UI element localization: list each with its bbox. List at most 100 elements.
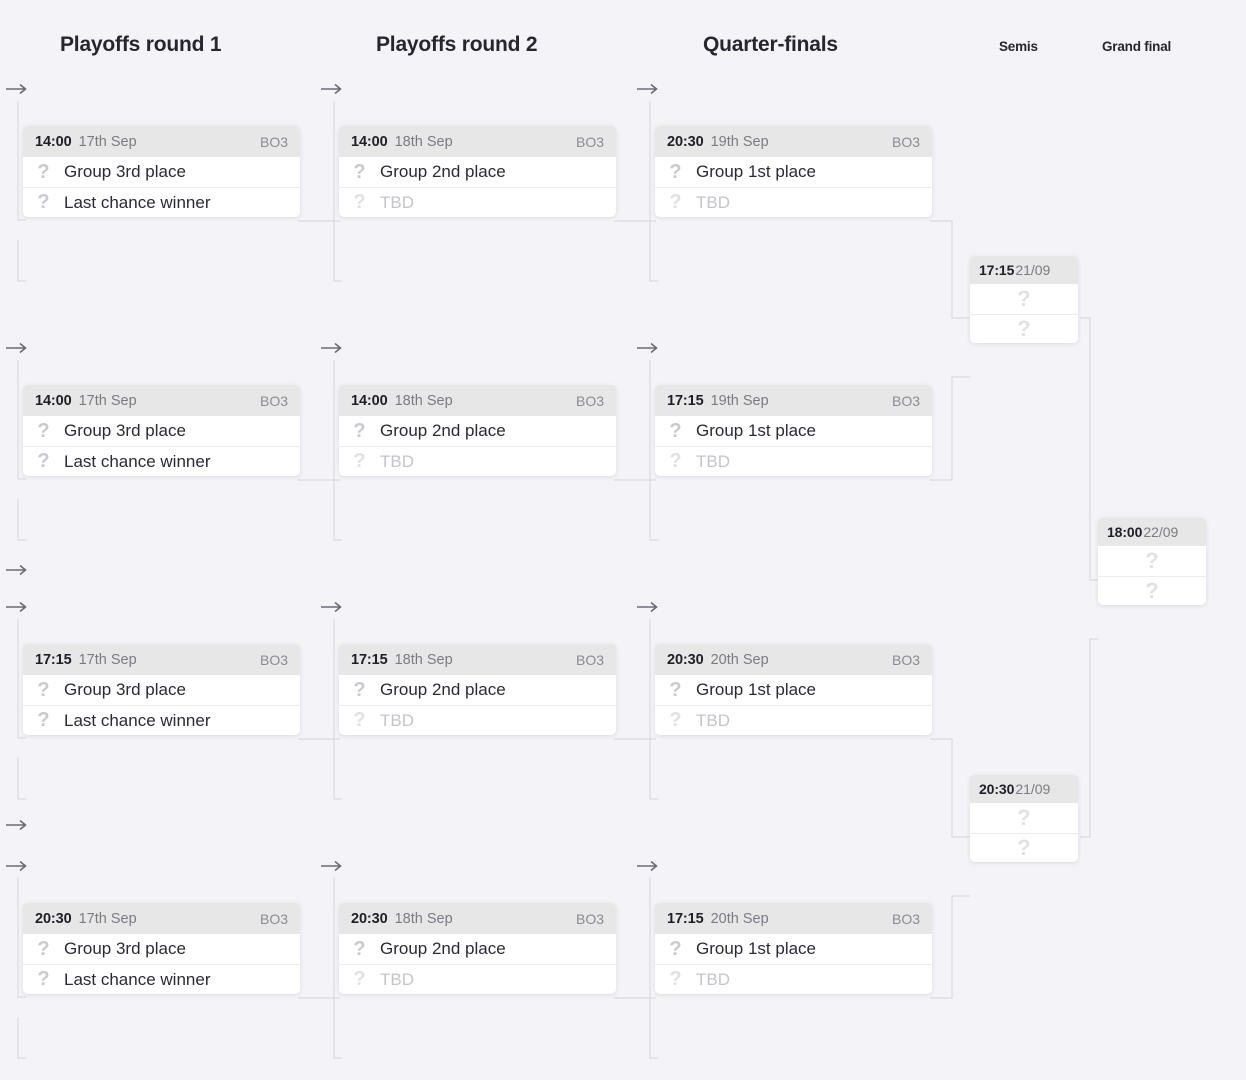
match-body: ? Group 2nd place ? TBD bbox=[339, 934, 616, 994]
match-time: 20:30 bbox=[667, 651, 704, 668]
table-row[interactable]: ? TBD bbox=[339, 964, 616, 994]
table-row[interactable]: ? Group 1st place bbox=[655, 675, 932, 705]
question-mark-icon: ? bbox=[1017, 315, 1031, 341]
team-name: Group 2nd place bbox=[380, 421, 506, 440]
table-row[interactable]: ? Group 3rd place bbox=[23, 675, 300, 705]
match-header: 20:30 19th Sep BO3 bbox=[655, 126, 932, 157]
match-date: 17th Sep bbox=[78, 133, 137, 150]
question-mark-icon: ? bbox=[353, 450, 366, 472]
question-mark-icon: ? bbox=[37, 968, 50, 990]
match-body: ? TBD ? TBD bbox=[970, 284, 1078, 343]
match-card[interactable]: 17:15 18th Sep BO3 ? Group 2nd place ? T… bbox=[339, 644, 616, 735]
match-header: 17:15 19th Sep BO3 bbox=[655, 385, 932, 416]
table-row[interactable]: ? TBD bbox=[1098, 546, 1206, 576]
match-format: BO3 bbox=[891, 392, 920, 409]
match-card[interactable]: 17:15 17th Sep BO3 ? Group 3rd place ? L… bbox=[23, 644, 300, 735]
arrow-right-icon bbox=[636, 341, 662, 355]
table-row[interactable]: ? Last chance winner bbox=[23, 446, 300, 476]
arrow-right-icon bbox=[320, 600, 346, 614]
table-row[interactable]: ? TBD bbox=[339, 446, 616, 476]
match-format: BO3 bbox=[575, 910, 604, 927]
question-mark-icon: ? bbox=[669, 678, 682, 701]
question-mark-icon: ? bbox=[669, 160, 682, 183]
team-name: Last chance winner bbox=[64, 192, 211, 212]
table-row[interactable]: ? Group 3rd place bbox=[23, 416, 300, 446]
match-body: ? Group 2nd place ? TBD bbox=[339, 416, 616, 476]
table-row[interactable]: ? Group 1st place bbox=[655, 416, 932, 446]
team-name: Group 3rd place bbox=[64, 162, 186, 181]
match-header: 20:30 17th Sep BO3 bbox=[23, 903, 300, 934]
table-row[interactable]: ? Group 2nd place bbox=[339, 416, 616, 446]
match-card[interactable]: 14:00 17th Sep BO3 ? Group 3rd place ? L… bbox=[23, 385, 300, 476]
match-header: 20:30 20th Sep BO3 bbox=[655, 644, 932, 675]
match-format: BO3 bbox=[259, 392, 288, 409]
match-card[interactable]: 14:00 18th Sep BO3 ? Group 2nd place ? T… bbox=[339, 126, 616, 217]
table-row[interactable]: ? Group 1st place bbox=[655, 157, 932, 187]
match-card[interactable]: 17:15 21/09 ? TBD ? TBD bbox=[970, 256, 1078, 343]
match-card[interactable]: 17:15 20th Sep BO3 ? Group 1st place ? T… bbox=[655, 903, 932, 994]
arrow-right-icon bbox=[320, 859, 346, 873]
match-card[interactable]: 20:30 21/09 ? TBD ? TBD bbox=[970, 775, 1078, 862]
table-row[interactable]: ? Group 2nd place bbox=[339, 157, 616, 187]
match-time: 20:30 bbox=[35, 910, 72, 927]
arrow-right-icon bbox=[636, 82, 662, 96]
table-row[interactable]: ? Group 2nd place bbox=[339, 675, 616, 705]
arrow-right-icon bbox=[5, 82, 31, 96]
column-header-playoffs-round-2: Playoffs round 2 bbox=[376, 33, 538, 56]
match-date: 20th Sep bbox=[710, 651, 769, 668]
table-row[interactable]: ? TBD bbox=[655, 964, 932, 994]
match-card[interactable]: 20:30 17th Sep BO3 ? Group 3rd place ? L… bbox=[23, 903, 300, 994]
match-card[interactable]: 14:00 18th Sep BO3 ? Group 2nd place ? T… bbox=[339, 385, 616, 476]
team-name: TBD bbox=[380, 710, 414, 730]
match-date: 18th Sep bbox=[394, 651, 453, 668]
team-name: Group 1st place bbox=[696, 162, 817, 181]
match-card[interactable]: 20:30 20th Sep BO3 ? Group 1st place ? T… bbox=[655, 644, 932, 735]
match-card[interactable]: 18:00 22/09 ? TBD ? TBD bbox=[1098, 518, 1206, 605]
match-card[interactable]: 20:30 18th Sep BO3 ? Group 2nd place ? T… bbox=[339, 903, 616, 994]
match-card[interactable]: 14:00 17th Sep BO3 ? Group 3rd place ? L… bbox=[23, 126, 300, 217]
match-header: 17:15 17th Sep BO3 bbox=[23, 644, 300, 675]
match-date: 18th Sep bbox=[394, 910, 453, 927]
table-row[interactable]: ? TBD bbox=[970, 803, 1078, 833]
team-name: Last chance winner bbox=[64, 969, 211, 989]
question-mark-icon: ? bbox=[1017, 804, 1031, 830]
table-row[interactable]: ? TBD bbox=[970, 284, 1078, 314]
match-body: ? Group 1st place ? TBD bbox=[655, 934, 932, 994]
match-body: ? Group 1st place ? TBD bbox=[655, 416, 932, 476]
question-mark-icon: ? bbox=[353, 191, 366, 213]
table-row[interactable]: ? Last chance winner bbox=[23, 705, 300, 735]
match-header: 17:15 20th Sep BO3 bbox=[655, 903, 932, 934]
table-row[interactable]: ? Group 3rd place bbox=[23, 934, 300, 964]
table-row[interactable]: ? Last chance winner bbox=[23, 187, 300, 217]
table-row[interactable]: ? Group 3rd place bbox=[23, 157, 300, 187]
team-name: TBD bbox=[380, 451, 414, 471]
table-row[interactable]: ? Group 2nd place bbox=[339, 934, 616, 964]
table-row[interactable]: ? TBD bbox=[339, 187, 616, 217]
match-format: BO3 bbox=[891, 133, 920, 150]
question-mark-icon: ? bbox=[669, 191, 682, 213]
match-format: BO3 bbox=[891, 910, 920, 927]
arrow-right-icon bbox=[320, 82, 346, 96]
table-row[interactable]: ? TBD bbox=[970, 313, 1078, 344]
match-card[interactable]: 17:15 19th Sep BO3 ? Group 1st place ? T… bbox=[655, 385, 932, 476]
table-row[interactable]: ? TBD bbox=[339, 705, 616, 735]
arrow-right-icon bbox=[5, 600, 31, 614]
match-format: BO3 bbox=[575, 133, 604, 150]
match-card[interactable]: 20:30 19th Sep BO3 ? Group 1st place ? T… bbox=[655, 126, 932, 217]
table-row[interactable]: ? Group 1st place bbox=[655, 934, 932, 964]
match-time: 14:00 bbox=[351, 392, 388, 409]
match-date: 18th Sep bbox=[394, 392, 453, 409]
table-row[interactable]: ? TBD bbox=[1098, 575, 1206, 606]
arrow-right-icon bbox=[320, 341, 346, 355]
match-body: ? Group 3rd place ? Last chance winner bbox=[23, 934, 300, 994]
table-row[interactable]: ? Last chance winner bbox=[23, 964, 300, 994]
team-name: Group 2nd place bbox=[380, 162, 506, 181]
question-mark-icon: ? bbox=[353, 419, 366, 442]
table-row[interactable]: ? TBD bbox=[655, 705, 932, 735]
table-row[interactable]: ? TBD bbox=[655, 187, 932, 217]
table-row[interactable]: ? TBD bbox=[655, 446, 932, 476]
match-format: BO3 bbox=[259, 910, 288, 927]
question-mark-icon: ? bbox=[37, 709, 50, 731]
table-row[interactable]: ? TBD bbox=[970, 832, 1078, 863]
team-name: Group 3rd place bbox=[64, 680, 186, 699]
